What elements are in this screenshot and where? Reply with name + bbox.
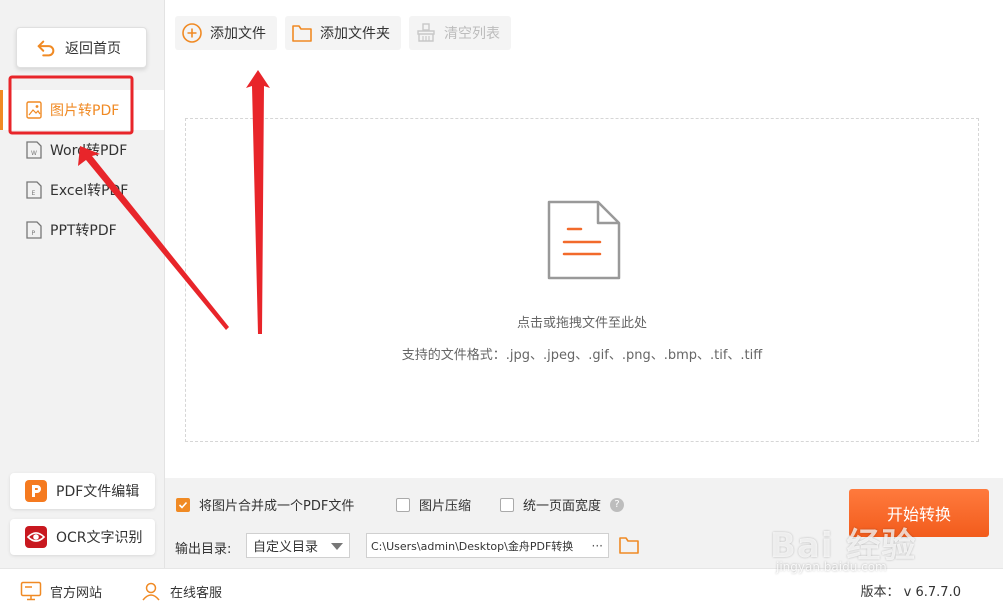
- add-folder-label: 添加文件夹: [320, 26, 390, 42]
- nav-item-image-to-pdf[interactable]: 图片转PDF: [0, 90, 164, 130]
- merge-label: 将图片合并成一个PDF文件: [199, 499, 355, 514]
- online-service-label: 在线客服: [170, 585, 223, 601]
- ocr-button[interactable]: OCR文字识别: [10, 519, 155, 555]
- nav-label: PPT转PDF: [50, 223, 117, 239]
- image-file-icon: [26, 101, 42, 119]
- open-folder-icon[interactable]: [619, 535, 639, 555]
- nav-item-ppt-to-pdf[interactable]: P PPT转PDF: [0, 210, 164, 250]
- nav-label: 图片转PDF: [50, 103, 120, 119]
- pdf-editor-label: PDF文件编辑: [56, 484, 140, 500]
- document-icon: [547, 200, 621, 280]
- svg-text:P: P: [32, 230, 36, 237]
- add-file-label: 添加文件: [210, 26, 266, 42]
- uniform-width-option[interactable]: 统一页面宽度 ?: [500, 495, 625, 514]
- output-dir-value: 自定义目录: [253, 540, 319, 555]
- output-path-field[interactable]: C:\Users\admin\Desktop\金舟PDF转换 ···: [366, 533, 609, 558]
- merge-option[interactable]: 将图片合并成一个PDF文件: [176, 495, 354, 514]
- watermark-url: jingyan.baidu.com: [776, 560, 887, 574]
- svg-text:E: E: [32, 190, 36, 197]
- output-dir-label: 输出目录:: [175, 542, 232, 557]
- toolbar: 添加文件 添加文件夹 清空列表: [175, 16, 511, 50]
- file-dropzone[interactable]: 点击或拖拽文件至此处 支持的文件格式：.jpg、.jpeg、.gif、.png、…: [185, 118, 979, 442]
- clear-list-label: 清空列表: [444, 26, 500, 42]
- ppt-file-icon: P: [26, 221, 42, 239]
- plus-circle-icon: [182, 23, 202, 43]
- nav-item-excel-to-pdf[interactable]: E Excel转PDF: [0, 170, 164, 210]
- merge-checkbox[interactable]: [176, 497, 190, 512]
- ocr-label: OCR文字识别: [56, 530, 143, 546]
- pdf-editor-button[interactable]: PDF文件编辑: [10, 473, 155, 509]
- clear-list-button[interactable]: 清空列表: [409, 16, 511, 50]
- output-dir-select[interactable]: 自定义目录: [246, 533, 350, 558]
- main-panel: 添加文件 添加文件夹 清空列表 点击或拖拽文件至此处 支持的文件格式：.jpg、…: [165, 0, 1003, 568]
- excel-file-icon: E: [26, 181, 42, 199]
- add-folder-button[interactable]: 添加文件夹: [285, 16, 401, 50]
- ocr-eye-icon: [25, 526, 47, 548]
- user-service-icon: [142, 582, 160, 601]
- monitor-icon: [20, 581, 42, 601]
- nav-label: Word转PDF: [50, 143, 128, 159]
- conversion-nav: 图片转PDF W Word转PDF E Excel转PDF P PPT转PDF: [0, 90, 164, 250]
- nav-item-word-to-pdf[interactable]: W Word转PDF: [0, 130, 164, 170]
- broom-icon: [417, 23, 435, 42]
- svg-text:W: W: [31, 150, 37, 157]
- dropzone-hint: 点击或拖拽文件至此处: [516, 316, 647, 331]
- nav-label: Excel转PDF: [50, 183, 129, 199]
- back-home-button[interactable]: 返回首页: [16, 27, 147, 68]
- back-arrow-icon: [37, 40, 55, 56]
- dropdown-arrow-icon: [331, 543, 343, 550]
- version-text: 版本： v 6.7.7.0: [860, 585, 961, 600]
- uniform-width-checkbox[interactable]: [500, 497, 514, 512]
- online-service-link[interactable]: 在线客服: [140, 581, 222, 601]
- output-path-text: C:\Users\admin\Desktop\金舟PDF转换: [371, 539, 574, 553]
- official-website-label: 官方网站: [50, 585, 103, 601]
- sidebar: 返回首页 图片转PDF W Word转PDF E Excel转PDF P PPT…: [0, 0, 165, 568]
- supported-formats: 支持的文件格式：.jpg、.jpeg、.gif、.png、.bmp、.tif、.…: [401, 348, 763, 363]
- compress-checkbox[interactable]: [396, 497, 410, 512]
- back-home-label: 返回首页: [65, 40, 121, 57]
- word-file-icon: W: [26, 141, 42, 159]
- uniform-width-label: 统一页面宽度: [523, 499, 602, 514]
- pdf-editor-icon: [25, 480, 47, 502]
- help-icon[interactable]: ?: [610, 497, 625, 512]
- compress-option[interactable]: 图片压缩: [396, 495, 471, 514]
- more-icon[interactable]: ···: [592, 539, 603, 553]
- official-website-link[interactable]: 官方网站: [20, 581, 102, 601]
- add-file-button[interactable]: 添加文件: [175, 16, 277, 50]
- folder-icon: [292, 25, 312, 42]
- compress-label: 图片压缩: [419, 499, 472, 514]
- check-icon: [178, 501, 188, 509]
- footer: 官方网站 在线客服 版本： v 6.7.7.0: [0, 568, 1003, 608]
